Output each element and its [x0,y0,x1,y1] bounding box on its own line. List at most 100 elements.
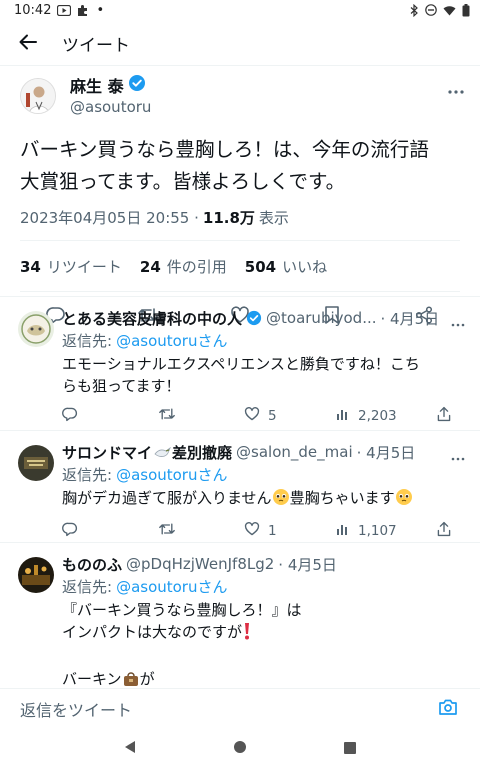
bluetooth-icon [409,3,419,17]
dove-emoji-icon [153,444,171,460]
nav-recents-button[interactable] [338,736,362,760]
reply-author-handle[interactable]: @toarubiyod... [266,309,377,327]
tweet-text-line: バーキン買うなら豊胸しろ！は、今年の流行語 [20,138,429,161]
like-icon [244,521,260,541]
wifi-icon [443,5,456,16]
reply-avatar[interactable] [18,557,54,593]
nav-back-button[interactable] [118,736,142,760]
reply-text-line: エモーショナルエクスペリエンスと勝負ですね！こち [62,355,420,373]
reply-author-handle[interactable]: @salon_de_mai [236,443,353,461]
reply-item[interactable]: もののふ @pDqHzjWenJf8Lg2 · 4月5日 返信先: @asout… [0,542,480,688]
youtube-notification-icon [57,4,72,16]
replying-to-label: 返信先: [62,331,113,350]
replying-to: 返信先: @asoutoruさん [62,575,468,597]
reply-icon [62,521,78,541]
reply-share-button[interactable] [436,521,452,541]
reply-retweet-button[interactable] [158,521,244,541]
reply-like-count: 1 [268,523,277,539]
reply-author-name[interactable]: サロンドマイ [62,442,152,463]
likes-stat[interactable]: 504 いいね [245,256,327,277]
reply-time[interactable]: · 4月5日 [381,308,440,329]
reply-text-line: 『バーキン買うなら豊胸しろ！』は [62,601,302,619]
tweet-more-button[interactable] [444,78,468,98]
back-triangle-icon [124,739,136,758]
reply-time[interactable]: · 4月5日 [278,554,337,575]
views-icon [336,407,350,425]
replying-to-mention[interactable]: @asoutoruさん [116,464,227,485]
like-icon [244,406,260,426]
reply-retweet-button[interactable] [158,406,244,426]
reply-avatar[interactable] [18,445,54,481]
back-button[interactable] [0,22,56,66]
replying-to-label: 返信先: [62,465,113,484]
reply-more-button[interactable] [448,447,468,463]
views-icon [336,522,350,540]
camera-icon [438,698,458,720]
reply-reply-button[interactable] [62,521,158,541]
puzzle-notification-icon [77,4,90,17]
nav-home-button[interactable] [228,736,252,760]
tweet-text-line: 大賞狙ってます。皆様よろしくです。 [20,170,346,193]
share-icon [436,406,452,426]
pleading-face-emoji-icon [395,488,413,512]
recents-square-icon [344,739,356,758]
pleading-face-emoji-icon [272,488,290,512]
tweet-timestamp[interactable]: 2023年04月05日 20:55 · [20,207,199,228]
reply-text-part: バーキン [62,670,122,688]
quotes-stat[interactable]: 24 件の引用 [140,256,227,277]
dnd-icon [425,4,437,16]
replying-to: 返信先: @asoutoruさん [62,463,468,485]
replying-to-mention[interactable]: @asoutoruさん [116,330,227,351]
reply-author-name[interactable]: もののふ [62,554,122,575]
author-handle[interactable]: @asoutoru [70,98,151,116]
battery-icon [462,3,470,17]
quotes-count: 24 [139,257,161,276]
retweets-count: 34 [20,257,41,276]
tweet-meta: 2023年04月05日 20:55 · 11.8万 表示 [0,206,480,228]
reply-text-line: インパクトは大なのですが [62,621,460,646]
page-title: ツイート [62,36,130,56]
more-icon [447,79,465,98]
reply-item[interactable]: サロンドマイ 差別撤廃 @salon_de_mai · 4月5日 返信先: @a… [0,430,480,542]
system-nav-bar [0,728,480,768]
retweets-stat[interactable]: 34 リツイート [20,256,122,277]
reply-share-button[interactable] [436,406,452,426]
verified-badge-icon [246,310,262,326]
reply-avatar[interactable] [18,311,54,347]
reply-views-button[interactable]: 1,107 [336,522,436,540]
tweet-author-row: 麻生 泰 @asoutoru [0,66,480,124]
reply-text-part: が [139,670,155,688]
reply-more-button[interactable] [448,313,468,329]
reply-author-name-suffix: 差別撤廃 [172,443,233,462]
home-circle-icon [233,739,247,758]
author-name[interactable]: 麻生 泰 [70,74,151,96]
reply-text-line: らも狙ってます！ [62,377,181,395]
reply-author-handle[interactable]: @pDqHzjWenJf8Lg2 [126,555,274,573]
reply-like-button[interactable]: 1 [244,521,336,541]
replying-to-label: 返信先: [62,577,113,596]
author-avatar[interactable] [20,78,56,114]
reply-icon [62,406,78,426]
retweet-icon [158,406,176,426]
retweet-icon [158,521,176,541]
camera-button[interactable] [436,697,460,721]
reply-text: エモーショナルエクスペリエンスと勝負ですね！こち らも狙ってます！ [62,353,468,397]
tweet-stats: 34 リツイート 24 件の引用 504 いいね [0,241,480,291]
reply-views-count: 1,107 [358,523,397,539]
back-arrow-icon [19,34,37,54]
quotes-label: 件の引用 [166,257,227,276]
reply-time[interactable]: · 4月5日 [357,442,416,463]
status-time: 10:42 [14,2,52,18]
reply-like-button[interactable]: 5 [244,406,336,426]
reply-like-count: 5 [268,408,277,424]
reply-text: 『バーキン買うなら豊胸しろ！』は インパクトは大なのですが バーキンが [62,599,468,693]
reply-composer: 返信をツイート [0,688,480,728]
reply-item[interactable]: とある美容皮膚科の中の人 @toarubiyod... · 4月5日 返信先: … [0,296,480,430]
replying-to-mention[interactable]: @asoutoruさん [116,576,227,597]
reply-input[interactable]: 返信をツイート [20,697,436,721]
reply-author-name[interactable]: とある美容皮膚科の中の人 [62,308,242,329]
reply-views-button[interactable]: 2,203 [336,407,436,425]
tweet-text: バーキン買うなら豊胸しろ！は、今年の流行語 大賞狙ってます。皆様よろしくです。 [0,134,480,198]
reply-reply-button[interactable] [62,406,158,426]
replies-list: とある美容皮膚科の中の人 @toarubiyod... · 4月5日 返信先: … [0,296,480,688]
